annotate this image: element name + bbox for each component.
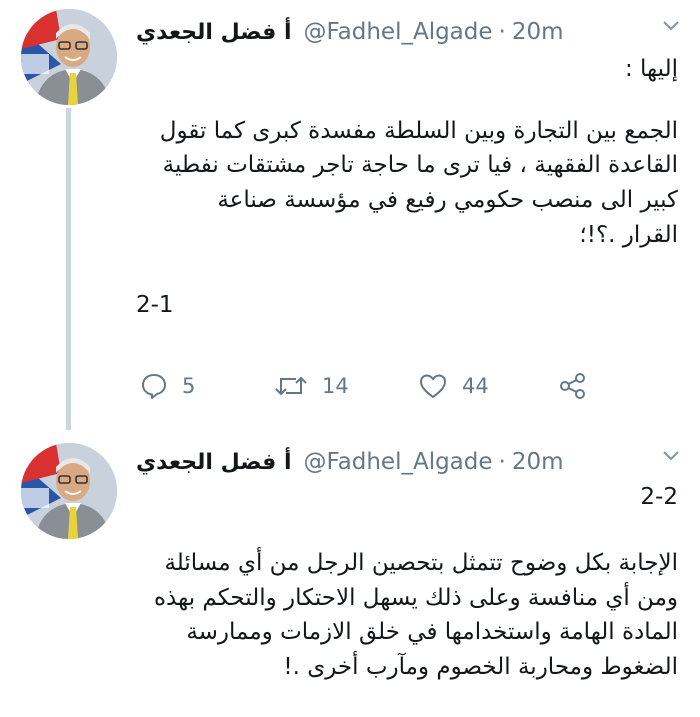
tweet-text-line: إليها : xyxy=(624,56,678,82)
reply-icon xyxy=(142,374,166,399)
thread-numbering: 2-1 xyxy=(136,292,174,318)
avatar[interactable] xyxy=(21,9,117,105)
chevron-down-icon[interactable] xyxy=(662,450,680,462)
share-button[interactable] xyxy=(558,368,588,404)
reply-button[interactable]: 5 xyxy=(140,368,195,404)
separator: · xyxy=(498,449,506,475)
tweet-text-line: الجمع بين التجارة وبين السلطة مفسدة كبرى… xyxy=(159,118,678,144)
retweet-icon xyxy=(275,376,307,396)
handle[interactable]: @Fadhel_Algade xyxy=(304,19,493,45)
chevron-down-icon[interactable] xyxy=(662,20,680,32)
tweet-header: أ فضل الجعدي @Fadhel_Algade · 20m xyxy=(136,444,676,480)
thread-numbering: 2-2 xyxy=(640,484,678,510)
tweet-text-line: الضغوط ومحاربة الخصوم ومآرب أخرى .! xyxy=(283,654,678,680)
tweet-text-line: القرار .؟!؛ xyxy=(579,222,678,248)
tweet-text-line: ومن أي منافسة وعلى ذلك يسهل الاحتكار وال… xyxy=(153,585,678,611)
heart-icon xyxy=(420,374,446,398)
avatar[interactable] xyxy=(21,443,117,539)
like-button[interactable]: 44 xyxy=(418,368,489,404)
share-icon xyxy=(560,373,585,399)
reply-count: 5 xyxy=(182,374,196,398)
handle[interactable]: @Fadhel_Algade xyxy=(304,449,493,475)
tweet-header: أ فضل الجعدي @Fadhel_Algade · 20m xyxy=(136,14,676,50)
display-name[interactable]: أ فضل الجعدي xyxy=(136,20,292,45)
tweet-text-line: المادة الهامة واستخدامها في خلق الازمات … xyxy=(186,619,678,645)
thread-line xyxy=(66,108,71,430)
retweet-button[interactable]: 14 xyxy=(274,368,349,404)
tweet[interactable]: أ فضل الجعدي @Fadhel_Algade · 20m إليها … xyxy=(0,0,700,430)
retweet-count: 14 xyxy=(322,374,349,398)
separator: · xyxy=(498,19,506,45)
timestamp[interactable]: 20m xyxy=(512,19,564,45)
tweet-text-line: كبير الى منصب حكومي رفيع في مؤسسة صناعة xyxy=(217,187,678,213)
tweet[interactable]: أ فضل الجعدي @Fadhel_Algade · 20m 2-2 ال… xyxy=(0,430,700,717)
like-count: 44 xyxy=(462,374,489,398)
tweet-text-line: الإجابة بكل وضوح تتمثل بتحصين الرجل من أ… xyxy=(164,550,678,576)
tweet-text-line: القاعدة الفقهية ، فيا ترى ما حاجة تاجر م… xyxy=(162,152,678,178)
display-name[interactable]: أ فضل الجعدي xyxy=(136,450,292,475)
tweet-actions: 5 14 44 xyxy=(136,368,606,404)
timestamp[interactable]: 20m xyxy=(512,449,564,475)
